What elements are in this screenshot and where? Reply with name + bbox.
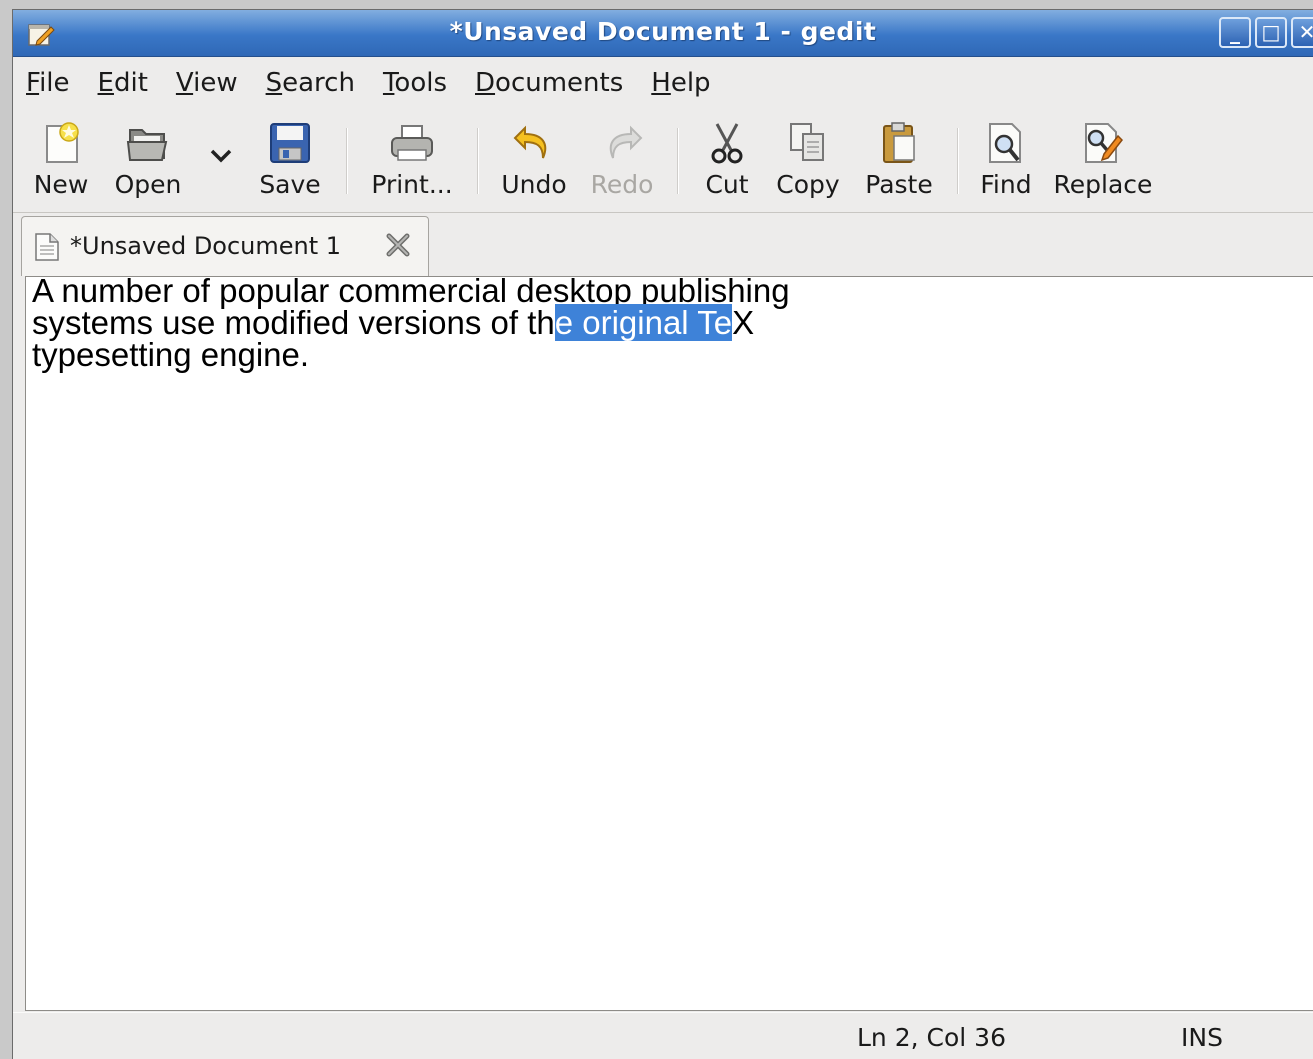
- menu-tools[interactable]: Tools: [383, 68, 447, 98]
- menu-file-mnemonic: F: [26, 68, 40, 98]
- tab-label: *Unsaved Document 1: [70, 232, 342, 260]
- minimize-button[interactable]: _: [1219, 17, 1251, 48]
- copy-label: Copy: [776, 170, 840, 199]
- redo-label: Redo: [590, 170, 654, 199]
- chevron-down-icon: [210, 149, 232, 163]
- new-document-icon: [46, 122, 79, 163]
- print-button[interactable]: Print...: [369, 120, 455, 204]
- find-label: Find: [980, 170, 1032, 199]
- redo-arrow-icon: [609, 125, 643, 159]
- undo-label: Undo: [501, 170, 567, 199]
- find-magnifier-icon: [989, 123, 1021, 163]
- replace-button[interactable]: Replace: [1053, 120, 1153, 204]
- open-button[interactable]: Open: [113, 120, 183, 204]
- copy-icon: [790, 123, 824, 161]
- menu-edit-label: dit: [113, 68, 148, 98]
- selected-text: e original Te: [554, 304, 733, 341]
- new-label: New: [33, 170, 89, 199]
- gedit-window: *Unsaved Document 1 - gedit _ □ ✕ File E…: [12, 9, 1313, 1059]
- scissors-icon: [711, 123, 743, 164]
- tab-unsaved-document-1[interactable]: *Unsaved Document 1: [21, 216, 429, 276]
- save-button[interactable]: Save: [257, 120, 323, 204]
- menu-tools-mnemonic: T: [382, 68, 395, 98]
- window-title: *Unsaved Document 1 - gedit: [449, 17, 877, 46]
- open-folder-icon: [126, 129, 168, 161]
- clipboard-paste-icon: [883, 122, 915, 163]
- menu-help-mnemonic: H: [651, 68, 671, 98]
- menu-help-label: elp: [670, 68, 711, 98]
- undo-arrow-icon: [513, 125, 547, 159]
- toolbar: New Open Save Print... Undo Redo Cut Cop…: [13, 110, 1313, 213]
- open-recent-dropdown[interactable]: [205, 146, 237, 176]
- redo-button: Redo: [589, 120, 655, 204]
- menu-file[interactable]: File: [26, 68, 70, 98]
- menu-edit-mnemonic: E: [97, 68, 114, 98]
- toolbar-separator: [477, 128, 479, 194]
- status-bar: Ln 2, Col 36 INS: [13, 1012, 1313, 1059]
- text-editor[interactable]: A number of popular commercial desktop p…: [25, 274, 1313, 1011]
- menu-search[interactable]: Search: [266, 68, 355, 98]
- menu-bar: File Edit View Search Tools Documents He…: [13, 57, 1313, 109]
- maximize-button[interactable]: □: [1255, 17, 1287, 48]
- menu-view-label: iew: [193, 68, 238, 98]
- toolbar-separator: [346, 128, 348, 194]
- document-text[interactable]: A number of popular commercial desktop p…: [32, 274, 1032, 371]
- replace-label: Replace: [1053, 170, 1153, 199]
- menu-tools-label: ools: [394, 68, 447, 98]
- menu-search-mnemonic: S: [265, 68, 283, 98]
- menu-documents-label: ocuments: [495, 68, 624, 98]
- insert-mode[interactable]: INS: [1181, 1023, 1223, 1052]
- title-bar[interactable]: *Unsaved Document 1 - gedit _ □ ✕: [13, 10, 1313, 57]
- save-label: Save: [259, 170, 321, 199]
- cut-button[interactable]: Cut: [699, 120, 755, 204]
- document-icon: [35, 233, 59, 261]
- menu-documents-mnemonic: D: [475, 68, 496, 98]
- menu-edit[interactable]: Edit: [98, 68, 148, 98]
- toolbar-separator: [957, 128, 959, 194]
- replace-icon: [1085, 123, 1123, 163]
- menu-documents[interactable]: Documents: [475, 68, 623, 98]
- paste-button[interactable]: Paste: [861, 120, 937, 204]
- paste-label: Paste: [865, 170, 933, 199]
- printer-icon: [391, 125, 433, 161]
- new-button[interactable]: New: [33, 120, 89, 204]
- print-label: Print...: [371, 170, 453, 199]
- find-button[interactable]: Find: [977, 120, 1035, 204]
- menu-file-label: ile: [39, 68, 70, 98]
- menu-view-mnemonic: V: [175, 68, 194, 98]
- undo-button[interactable]: Undo: [499, 120, 569, 204]
- menu-search-label: earch: [282, 68, 355, 98]
- menu-help[interactable]: Help: [651, 68, 710, 98]
- cursor-position: Ln 2, Col 36: [857, 1023, 1006, 1052]
- toolbar-separator: [677, 128, 679, 194]
- menu-view[interactable]: View: [176, 68, 238, 98]
- open-label: Open: [114, 170, 182, 199]
- cut-label: Cut: [705, 170, 749, 199]
- document-tabs: *Unsaved Document 1: [21, 216, 1313, 276]
- copy-button[interactable]: Copy: [773, 120, 843, 204]
- close-icon[interactable]: [384, 231, 412, 259]
- close-button[interactable]: ✕: [1291, 17, 1313, 48]
- save-floppy-icon: [270, 123, 310, 163]
